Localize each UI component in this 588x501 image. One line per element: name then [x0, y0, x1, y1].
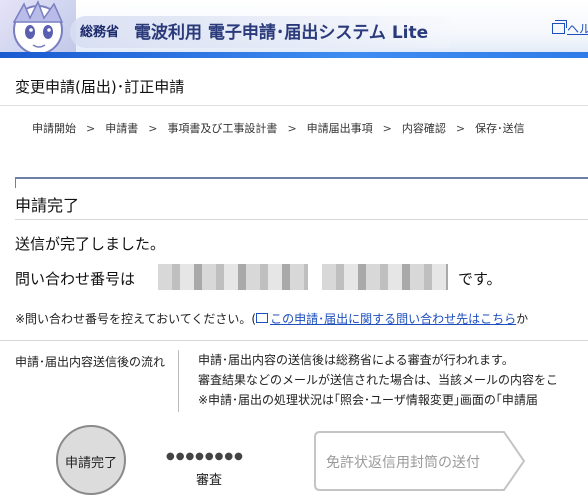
breadcrumb-separator: > [382, 122, 392, 135]
new-window-icon [552, 20, 567, 34]
inquiry-note: ※問い合わせ番号を控えておいてください。( この申請･届出に関する問い合わせ先はこ… [15, 310, 528, 327]
contact-link-label: この申請･届出に関する問い合わせ先はこちら [270, 312, 517, 326]
inquiry-note-tail: か [516, 312, 529, 326]
mascot-logo [0, 0, 76, 58]
flow-info-text: 申請･届出内容の送信後は総務省による審査が行われます。 審査結果などのメールが送… [198, 350, 558, 410]
flow-info-line: 申請･届出内容の送信後は総務省による審査が行われます。 [198, 353, 514, 367]
flow-info-line: ※申請･届出の処理状況は｢照会･ユーザ情報変更｣画面の｢申請届 [198, 393, 538, 407]
info-vertical-divider [178, 350, 179, 412]
progress-dots: ●●●●●●●● [166, 451, 244, 462]
heading-divider [15, 219, 588, 220]
page-title: 変更申請(届出)･訂正申請 [15, 78, 185, 96]
help-link-label: ヘル [567, 22, 588, 36]
title-divider [0, 105, 588, 106]
inquiry-number-label: 問い合わせ番号は [15, 270, 136, 288]
help-link[interactable]: ヘル [552, 20, 588, 37]
inquiry-number-suffix: です。 [458, 270, 502, 288]
panel-top-border [15, 177, 588, 179]
step-next-label: 免許状返信用封筒の送付 [326, 455, 480, 471]
system-title: 電波利用 電子申請･届出システム Lite [134, 23, 429, 43]
inquiry-note-text: ※問い合わせ番号を控えておいてください。( [15, 312, 257, 326]
flow-info-line: 審査結果などのメールが送信された場合は、当該メールの内容をこ [198, 373, 559, 387]
completion-heading: 申請完了 [15, 196, 80, 215]
app-header: 総務省 電波利用 電子申請･届出システム Lite ヘル [0, 0, 588, 58]
breadcrumb-item-save-send: 保存･送信 [475, 122, 525, 135]
new-window-icon [256, 313, 269, 323]
flow-info-label: 申請･届出内容送信後の流れ [15, 355, 166, 369]
breadcrumb-separator: > [148, 122, 158, 135]
breadcrumb-item-confirm: 内容確認 [401, 122, 446, 135]
panel-left-border [15, 177, 16, 188]
breadcrumb-separator: > [287, 122, 297, 135]
breadcrumb: 申請開始 > 申請書 > 事項書及び工事設計書 > 申請届出事項 > 内容確認 > 保存･送信 [32, 120, 525, 136]
info-divider [0, 340, 588, 341]
ministry-name: 総務省 [80, 25, 120, 40]
inquiry-number-redacted [322, 264, 448, 290]
breadcrumb-separator: > [86, 122, 96, 135]
breadcrumb-item-design-docs: 事項書及び工事設計書 [167, 122, 278, 135]
step-review-label: 審査 [196, 473, 223, 488]
step-complete-label: 申請完了 [64, 456, 117, 471]
breadcrumb-item-start: 申請開始 [32, 122, 76, 135]
completion-message: 送信が完了しました。 [15, 235, 166, 253]
inquiry-number-redacted [158, 264, 308, 290]
contact-link[interactable]: この申請･届出に関する問い合わせ先はこちら [256, 312, 516, 326]
breadcrumb-item-filing-items: 申請届出事項 [306, 122, 373, 135]
header-accent-bar [0, 52, 588, 58]
breadcrumb-item-application: 申請書 [105, 122, 139, 135]
breadcrumb-separator: > [455, 122, 466, 135]
